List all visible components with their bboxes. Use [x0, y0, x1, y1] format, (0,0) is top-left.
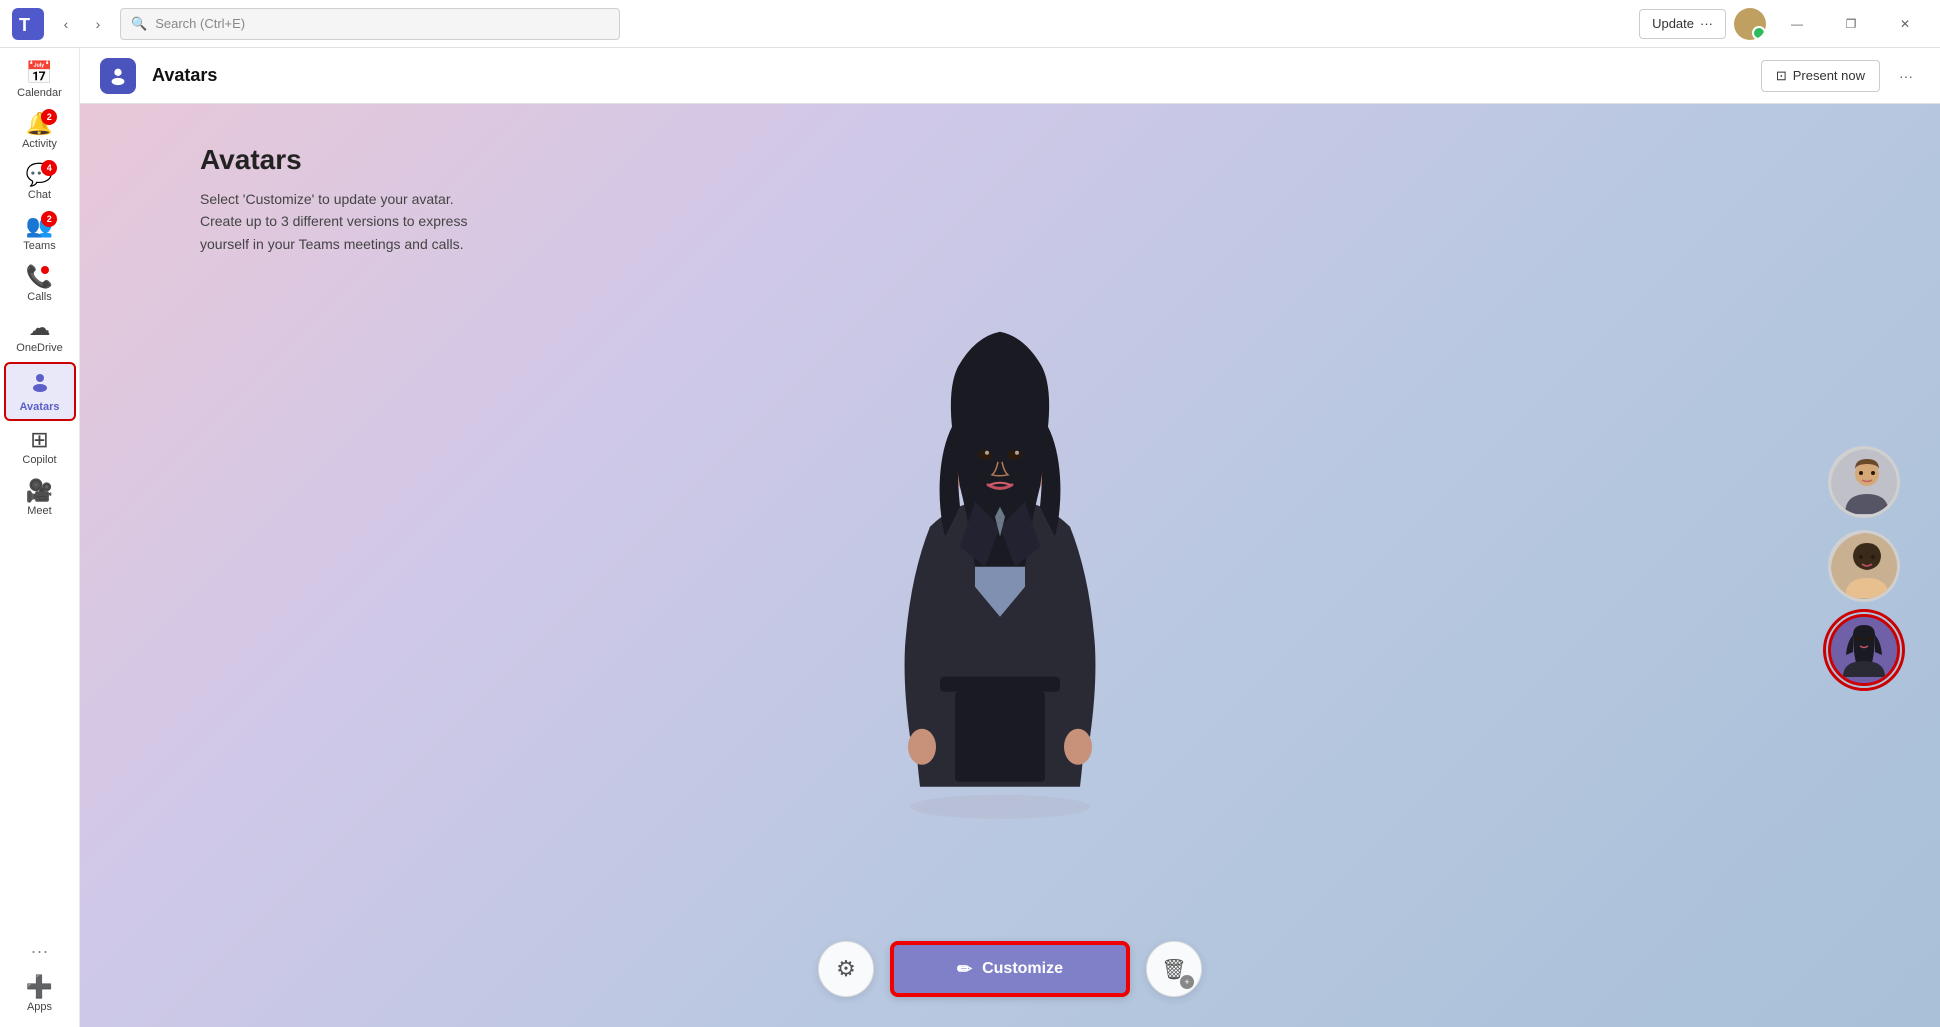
calendar-icon: 📅	[26, 62, 53, 84]
settings-button[interactable]: ⚙ +	[818, 941, 874, 997]
customize-button[interactable]: ✏ Customize	[890, 941, 1130, 997]
avatar-thumbnail-2[interactable]	[1828, 530, 1900, 602]
svg-text:T: T	[19, 15, 30, 35]
customize-label: Customize	[982, 960, 1063, 978]
close-button[interactable]: ✕	[1882, 0, 1928, 48]
app-header: Avatars ⊡ Present now ···	[80, 48, 1940, 104]
nav-back-button[interactable]: ‹	[52, 10, 80, 38]
avatar-3d-figure	[870, 306, 1150, 846]
activity-icon: 🔔 2	[26, 113, 53, 135]
teams-badge: 2	[41, 211, 57, 227]
sidebar-label-avatars: Avatars	[20, 401, 60, 413]
app-header-right: ⊡ Present now ···	[1761, 60, 1920, 92]
sidebar-label-chat: Chat	[28, 189, 51, 201]
page-title: Avatars	[200, 144, 467, 176]
sidebar-item-copilot[interactable]: ⊞ Copilot	[4, 423, 76, 472]
search-placeholder: Search (Ctrl+E)	[155, 16, 245, 31]
apps-icon: ➕	[26, 976, 53, 998]
avatar-thumbnails	[1828, 446, 1900, 686]
user-avatar-button[interactable]	[1734, 8, 1766, 40]
delete-button[interactable]: 🗑	[1146, 941, 1202, 997]
search-bar[interactable]: 🔍 Search (Ctrl+E)	[120, 8, 620, 40]
title-bar: T ‹ › 🔍 Search (Ctrl+E) Update ··· — ❐ ✕	[0, 0, 1940, 48]
sidebar-label-calendar: Calendar	[17, 87, 62, 99]
sidebar-item-activity[interactable]: 🔔 2 Activity	[4, 107, 76, 156]
update-label: Update	[1652, 16, 1694, 31]
chat-icon: 💬 4	[26, 164, 53, 186]
maximize-button[interactable]: ❐	[1828, 0, 1874, 48]
sidebar-item-calendar[interactable]: 📅 Calendar	[4, 56, 76, 105]
sidebar-item-calls[interactable]: 📞 Calls	[4, 260, 76, 309]
update-dots: ···	[1700, 16, 1713, 31]
teams-nav-icon: 👥 2	[26, 215, 53, 237]
activity-badge: 2	[41, 109, 57, 125]
sidebar-label-activity: Activity	[22, 138, 57, 150]
sidebar-label-calls: Calls	[27, 291, 51, 303]
app-title: Avatars	[152, 65, 217, 86]
title-bar-right: Update ··· — ❐ ✕	[1639, 0, 1928, 48]
calls-badge-dot	[41, 266, 49, 274]
sidebar-item-apps[interactable]: ➕ Apps	[4, 970, 76, 1019]
page-info: Avatars Select 'Customize' to update you…	[200, 144, 467, 255]
sidebar-label-onedrive: OneDrive	[16, 342, 62, 354]
sidebar-label-copilot: Copilot	[22, 454, 56, 466]
avatar-thumbnail-1[interactable]	[1828, 446, 1900, 518]
customize-pencil-icon: ✏	[957, 959, 972, 980]
copilot-icon: ⊞	[30, 429, 48, 451]
minimize-button[interactable]: —	[1774, 0, 1820, 48]
present-icon: ⊡	[1776, 68, 1787, 84]
nav-buttons: ‹ ›	[52, 10, 112, 38]
content-area: Avatars ⊡ Present now ··· Avatars Select…	[80, 48, 1940, 1027]
present-now-label: Present now	[1793, 68, 1865, 83]
page-description: Select 'Customize' to update your avatar…	[200, 188, 467, 255]
onedrive-icon: ☁	[29, 317, 51, 339]
update-button[interactable]: Update ···	[1639, 9, 1726, 39]
avatar-canvas: Avatars Select 'Customize' to update you…	[80, 104, 1940, 1027]
present-now-button[interactable]: ⊡ Present now	[1761, 60, 1880, 92]
sidebar-label-meet: Meet	[27, 505, 51, 517]
sidebar-label-apps: Apps	[27, 1001, 52, 1013]
sidebar: 📅 Calendar 🔔 2 Activity 💬 4 Chat 👥 2 Tea…	[0, 48, 80, 1027]
bottom-controls: ⚙ + ✏ Customize 🗑	[818, 941, 1202, 997]
avatars-nav-icon	[28, 370, 52, 398]
avatar-thumbnail-3[interactable]	[1828, 614, 1900, 686]
search-icon: 🔍	[131, 16, 147, 32]
sidebar-item-chat[interactable]: 💬 4 Chat	[4, 158, 76, 207]
chat-badge: 4	[41, 160, 57, 176]
calls-icon: 📞	[26, 266, 53, 288]
app-icon	[100, 58, 136, 94]
sidebar-item-meet[interactable]: 🎥 Meet	[4, 474, 76, 523]
sidebar-item-onedrive[interactable]: ☁ OneDrive	[4, 311, 76, 360]
main-area: 📅 Calendar 🔔 2 Activity 💬 4 Chat 👥 2 Tea…	[0, 48, 1940, 1027]
sidebar-item-avatars[interactable]: Avatars	[4, 362, 76, 421]
app-more-options-button[interactable]: ···	[1892, 62, 1920, 90]
sidebar-item-teams[interactable]: 👥 2 Teams	[4, 209, 76, 258]
teams-logo: T	[12, 8, 44, 40]
settings-icon: ⚙	[836, 956, 856, 982]
sidebar-label-teams: Teams	[23, 240, 55, 252]
meet-icon: 🎥	[26, 480, 53, 502]
sidebar-more-button[interactable]: ···	[25, 935, 55, 968]
nav-forward-button[interactable]: ›	[84, 10, 112, 38]
